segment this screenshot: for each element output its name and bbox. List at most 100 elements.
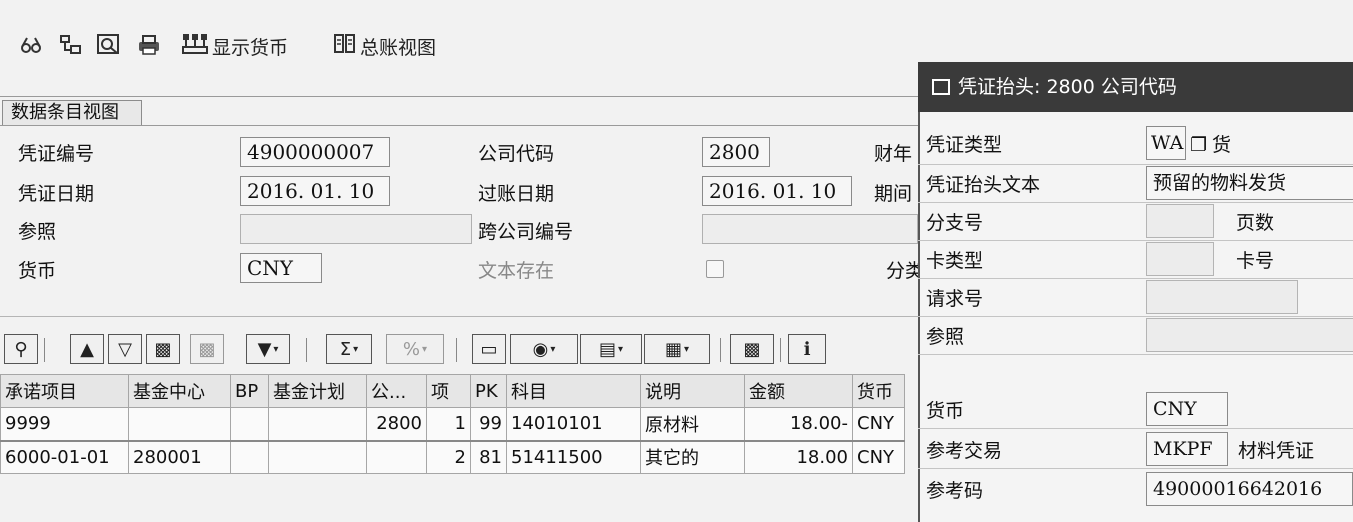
col-fund-center[interactable]: 基金中心 [128,374,231,408]
cell-commitment-item[interactable]: 9999 [0,407,129,441]
period-label: 期间 [874,183,913,205]
ref-tx-field[interactable]: MKPF [1146,432,1228,466]
table-row[interactable]: 9999 2800 1 99 14010101 原材料 18.00- CNY [0,407,905,441]
cell-amount[interactable]: 18.00- [744,407,853,441]
popup-title-bar: 凭证抬头: 2800 公司代码 [918,62,1353,112]
find-next-icon[interactable]: ▩ [190,334,224,364]
popup-title: 凭证抬头: 2800 公司代码 [958,76,1177,98]
popup-currency-field[interactable]: CNY [1146,392,1228,426]
details-icon[interactable]: ⚲ [4,334,38,364]
cell-account[interactable]: 14010101 [506,407,641,441]
popup-reference-field[interactable] [1146,318,1353,352]
reference-field[interactable] [240,214,472,244]
cell-fund-center[interactable] [128,407,231,441]
col-commitment-item[interactable]: 承诺项目 [0,374,129,408]
display-currency-button[interactable]: 显示货币 [182,32,288,60]
views-icon[interactable]: ◉ ▾ [510,334,578,364]
ref-key-label: 参考码 [926,480,984,502]
cell-fund-center[interactable]: 280001 [128,439,231,474]
tree-icon[interactable] [58,32,84,58]
col-bp[interactable]: BP [230,374,269,408]
doc-type-desc: 货 [1212,134,1232,156]
cell-description[interactable]: 原材料 [640,407,745,441]
request-label: 请求号 [926,288,984,310]
table-row[interactable]: 6000-01-01 280001 2 81 51411500 其它的 18.0… [0,439,905,474]
posting-date-label: 过账日期 [478,183,555,205]
cell-company[interactable]: 2800 [366,407,427,441]
cell-description[interactable]: 其它的 [640,439,745,474]
display-currency-label: 显示货币 [212,36,289,59]
export-icon[interactable]: ▤ ▾ [580,334,642,364]
ref-key-field[interactable]: 49000016642016 [1146,472,1353,506]
cell-currency[interactable]: CNY [852,407,905,441]
toolbar-separator [780,338,781,362]
doc-date-label: 凭证日期 [18,183,95,205]
col-fund-program[interactable]: 基金计划 [268,374,367,408]
doc-type-label: 凭证类型 [926,134,1003,156]
cell-pk[interactable]: 99 [470,407,507,441]
print-icon[interactable] [136,32,162,58]
line-items-grid: 承诺项目 基金中心 BP 基金计划 公... 项 PK 科目 说明 金额 货币 … [0,374,930,474]
align-icon[interactable]: ▲ [70,334,104,364]
ledger-view-button[interactable]: 总账视图 [334,32,436,60]
text-exists-checkbox[interactable] [706,260,724,278]
cell-currency[interactable]: CNY [852,439,905,474]
request-field[interactable] [1146,280,1298,314]
reference-label: 参照 [18,221,57,243]
doc-type-field[interactable]: WA [1146,126,1186,160]
ref-tx-desc: 材料凭证 [1238,440,1315,462]
popup-row-divider [918,202,1353,203]
doc-number-field[interactable]: 4900000007 [240,137,390,167]
glasses-icon[interactable] [18,32,44,58]
set-filter-icon[interactable]: ▼ ▾ [246,334,290,364]
card-type-field[interactable] [1146,242,1214,276]
subtotal-icon[interactable]: % ▾ [386,334,444,364]
entry-view-panel [0,96,930,324]
col-item[interactable]: 项 [426,374,471,408]
cell-account[interactable]: 51411500 [506,439,641,474]
section-divider [0,125,930,126]
popup-reference-label: 参照 [926,326,965,348]
panel-divider [0,316,930,317]
cell-commitment-item[interactable]: 6000-01-01 [0,439,129,474]
search-icon[interactable] [96,32,122,58]
cell-pk[interactable]: 81 [470,439,507,474]
popup-row-divider [918,240,1353,241]
branch-field[interactable] [1146,204,1214,238]
graphic-icon[interactable]: ▩ [730,334,774,364]
cell-amount[interactable]: 18.00 [744,439,853,474]
cell-company[interactable] [366,439,427,474]
company-code-field[interactable]: 2800 [702,137,770,167]
currency-field[interactable]: CNY [240,253,322,283]
posting-date-field[interactable]: 2016. 01. 10 [702,176,852,206]
fiscal-year-label: 财年 [874,143,913,165]
cell-item[interactable]: 1 [426,407,471,441]
doc-date-field[interactable]: 2016. 01. 10 [240,176,390,206]
cell-bp[interactable] [230,439,269,474]
cell-fund-program[interactable] [268,407,367,441]
popup-row-divider [918,164,1353,165]
layout-icon[interactable]: ▦ ▾ [644,334,710,364]
col-description[interactable]: 说明 [640,374,745,408]
toolbar-separator [456,338,457,362]
header-text-field[interactable]: 预留的物料发货 [1146,166,1353,200]
toolbar-separator [44,338,45,362]
filter-icon[interactable]: ▽ [108,334,142,364]
cell-fund-program[interactable] [268,439,367,474]
grid-header-row: 承诺项目 基金中心 BP 基金计划 公... 项 PK 科目 说明 金额 货币 [0,374,905,408]
cell-item[interactable]: 2 [426,439,471,474]
find-icon[interactable]: ▩ [146,334,180,364]
cell-bp[interactable] [230,407,269,441]
print-preview-icon[interactable]: ▭ [472,334,506,364]
col-amount[interactable]: 金额 [744,374,853,408]
col-currency[interactable]: 货币 [852,374,905,408]
col-account[interactable]: 科目 [506,374,641,408]
col-pk[interactable]: PK [470,374,507,408]
col-company[interactable]: 公... [366,374,427,408]
cross-company-field[interactable] [702,214,918,244]
doc-number-label: 凭证编号 [18,143,95,165]
info-icon[interactable]: ℹ [788,334,826,364]
doc-type-value-help-icon[interactable]: ❐ [1190,130,1207,160]
company-code-label: 公司代码 [478,143,555,165]
sum-icon[interactable]: Σ ▾ [326,334,372,364]
